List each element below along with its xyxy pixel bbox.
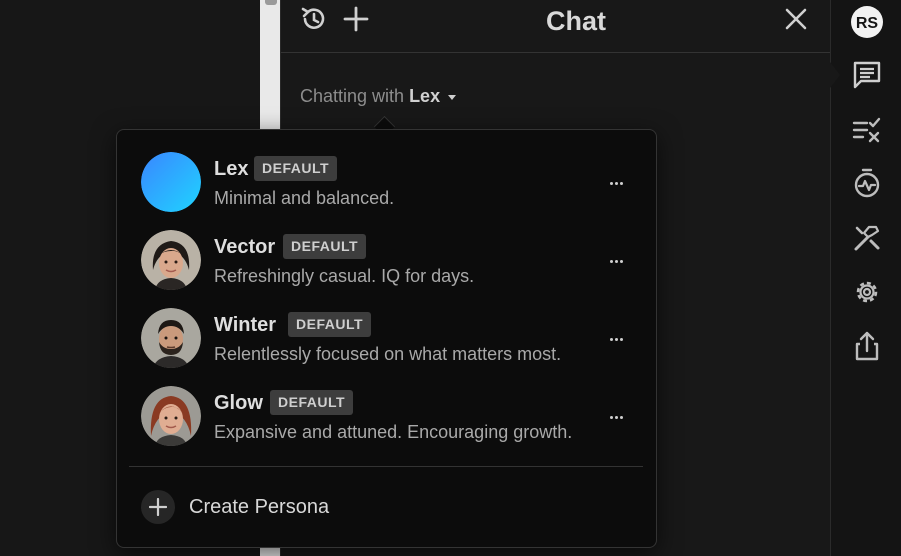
- persona-description: Refreshingly casual. IQ for days.: [214, 266, 475, 286]
- caret-down-icon: [448, 95, 457, 100]
- create-persona-label: Create Persona: [189, 495, 330, 518]
- current-persona-name: Lex: [409, 86, 441, 106]
- new-chat-plus-icon[interactable]: [341, 4, 371, 34]
- more-options-icon[interactable]: [610, 256, 628, 266]
- avatar-lex: [141, 152, 201, 212]
- share-icon[interactable]: [850, 329, 884, 363]
- persona-item-winter[interactable]: Winter DEFAULT Relentlessly focused on w…: [117, 286, 656, 368]
- close-icon[interactable]: [781, 4, 811, 34]
- chat-icon[interactable]: [850, 58, 884, 92]
- svg-text:RS: RS: [856, 15, 879, 32]
- persona-description: Relentlessly focused on what matters mos…: [214, 344, 562, 364]
- persona-description: Expansive and attuned. Encouraging growt…: [214, 422, 573, 442]
- logo-icon[interactable]: RS: [850, 5, 884, 39]
- persona-item-lex[interactable]: Lex DEFAULT Minimal and balanced.: [117, 130, 656, 212]
- persona-name: Lex: [214, 158, 249, 180]
- chatting-with-prefix: Chatting with: [300, 86, 405, 106]
- persona-description: Minimal and balanced.: [214, 188, 395, 208]
- checklist-icon[interactable]: [850, 113, 884, 147]
- default-badge: DEFAULT: [270, 390, 354, 415]
- history-icon[interactable]: [299, 4, 329, 34]
- chat-header: Chat: [281, 0, 831, 53]
- default-badge: DEFAULT: [283, 234, 367, 259]
- plus-icon: [141, 490, 175, 524]
- create-persona-button[interactable]: Create Persona: [141, 489, 329, 525]
- persona-name: Glow: [214, 392, 263, 414]
- persona-dropdown: Lex DEFAULT Minimal and balanced. Vector…: [116, 129, 657, 548]
- tools-icon[interactable]: [850, 221, 884, 255]
- default-badge: DEFAULT: [254, 156, 338, 181]
- persona-selector[interactable]: Chatting with Lex: [300, 86, 457, 107]
- persona-item-glow[interactable]: Glow DEFAULT Expansive and attuned. Enco…: [117, 364, 656, 446]
- scrollbar-thumb[interactable]: [265, 0, 277, 5]
- persona-item-vector[interactable]: Vector DEFAULT Refreshingly casual. IQ f…: [117, 208, 656, 290]
- timer-icon[interactable]: [850, 166, 884, 200]
- more-options-icon[interactable]: [610, 412, 628, 422]
- settings-icon[interactable]: [850, 275, 884, 309]
- dropdown-divider: [129, 466, 643, 467]
- persona-name: Vector: [214, 236, 276, 258]
- avatar-vector: [141, 230, 201, 290]
- active-indicator: [830, 62, 840, 88]
- persona-name: Winter: [214, 314, 277, 336]
- more-options-icon[interactable]: [610, 334, 628, 344]
- avatar-winter: [141, 308, 201, 368]
- right-sidebar: RS: [830, 0, 901, 556]
- default-badge: DEFAULT: [288, 312, 372, 337]
- chat-title: Chat: [546, 6, 606, 36]
- avatar-glow: [141, 386, 201, 446]
- more-options-icon[interactable]: [610, 178, 628, 188]
